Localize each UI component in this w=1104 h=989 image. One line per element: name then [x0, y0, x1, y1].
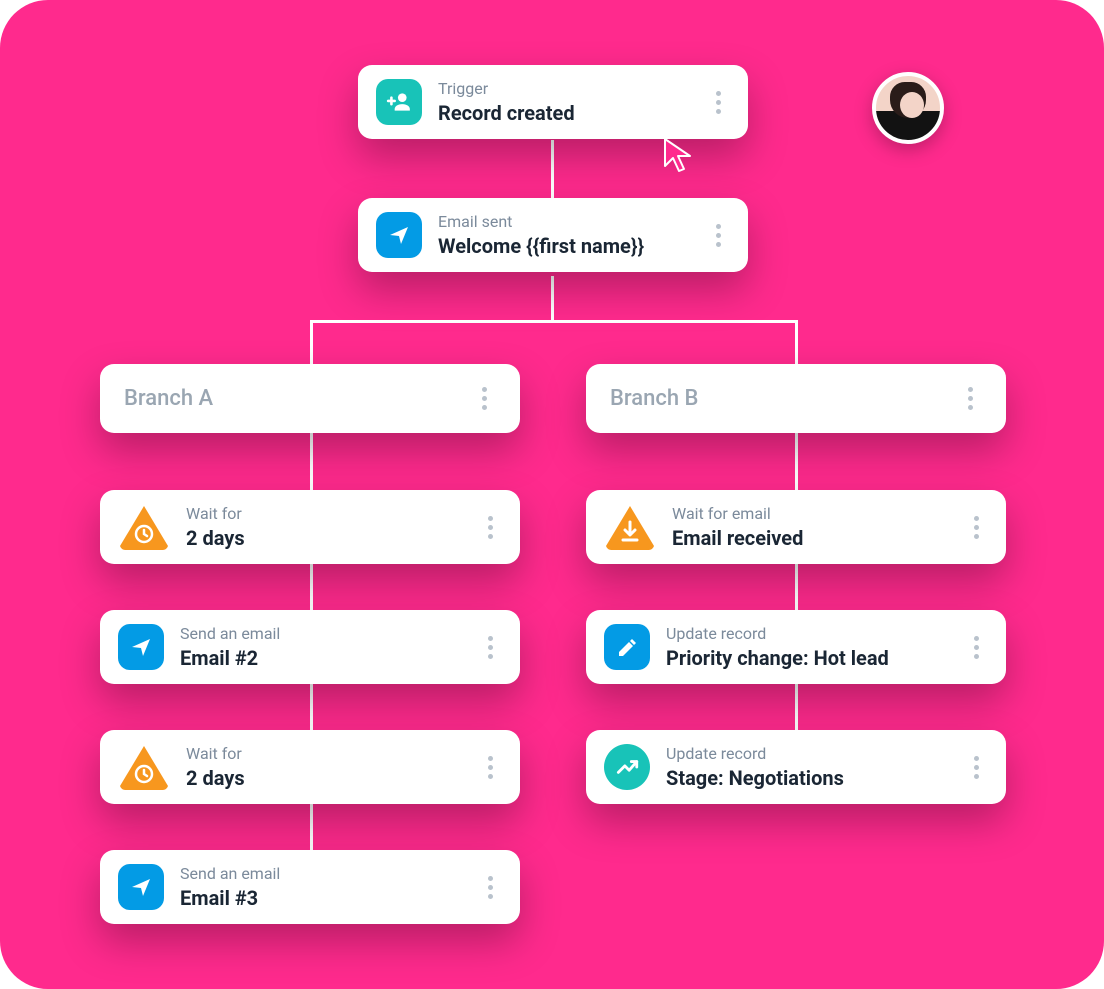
card-labels: Send an email Email #3 — [180, 864, 462, 909]
card-labels: Trigger Record created — [438, 79, 690, 124]
wait-clock-icon — [118, 504, 170, 550]
card-subtitle: Wait for — [186, 744, 462, 763]
card-subtitle: Update record — [666, 744, 948, 763]
branch-b-step[interactable]: Update record Stage: Negotiations — [586, 730, 1006, 804]
card-labels: Wait for 2 days — [186, 504, 462, 549]
card-title: 2 days — [186, 526, 462, 550]
more-icon[interactable] — [964, 636, 988, 659]
connector — [310, 320, 798, 323]
card-subtitle: Update record — [666, 624, 948, 643]
wait-download-icon — [604, 504, 656, 550]
card-subtitle: Send an email — [180, 624, 462, 643]
card-subtitle: Wait for — [186, 504, 462, 523]
more-icon[interactable] — [706, 91, 730, 114]
card-labels: Email sent Welcome {{first name}} — [438, 212, 690, 257]
more-icon[interactable] — [478, 756, 502, 779]
more-icon[interactable] — [706, 224, 730, 247]
branch-a-step[interactable]: Send an email Email #3 — [100, 850, 520, 924]
connector — [551, 140, 554, 200]
branch-b-step[interactable]: Update record Priority change: Hot lead — [586, 610, 1006, 684]
branch-a-header[interactable]: Branch A — [100, 364, 520, 433]
card-subtitle: Send an email — [180, 864, 462, 883]
trigger-card[interactable]: Trigger Record created — [358, 65, 748, 139]
connector — [310, 320, 313, 366]
card-labels: Update record Stage: Negotiations — [666, 744, 948, 789]
send-icon — [118, 864, 164, 910]
more-icon[interactable] — [472, 387, 496, 410]
wait-clock-icon — [118, 744, 170, 790]
card-title: Email #2 — [180, 646, 462, 670]
card-title: Stage: Negotiations — [666, 766, 948, 790]
trend-icon — [604, 744, 650, 790]
more-icon[interactable] — [964, 516, 988, 539]
send-icon — [118, 624, 164, 670]
card-title: 2 days — [186, 766, 462, 790]
workflow-canvas: Trigger Record created Email sent Welcom… — [0, 0, 1104, 989]
card-labels: Send an email Email #2 — [180, 624, 462, 669]
card-labels: Update record Priority change: Hot lead — [666, 624, 948, 669]
card-subtitle: Trigger — [438, 79, 690, 98]
card-title: Priority change: Hot lead — [666, 646, 948, 670]
pencil-icon — [604, 624, 650, 670]
more-icon[interactable] — [478, 516, 502, 539]
person-add-icon — [376, 79, 422, 125]
avatar — [872, 72, 944, 144]
card-subtitle: Email sent — [438, 212, 690, 231]
branch-a-step[interactable]: Wait for 2 days — [100, 490, 520, 564]
more-icon[interactable] — [478, 876, 502, 899]
card-labels: Wait for email Email received — [672, 504, 948, 549]
connector — [551, 276, 554, 320]
card-title: Record created — [438, 101, 690, 125]
card-title: Welcome {{first name}} — [438, 234, 690, 258]
more-icon[interactable] — [958, 387, 982, 410]
card-subtitle: Wait for email — [672, 504, 948, 523]
send-icon — [376, 212, 422, 258]
branch-a-step[interactable]: Wait for 2 days — [100, 730, 520, 804]
branch-label: Branch B — [610, 386, 942, 411]
connector — [795, 320, 798, 366]
more-icon[interactable] — [964, 756, 988, 779]
branch-b-header[interactable]: Branch B — [586, 364, 1006, 433]
branch-a-step[interactable]: Send an email Email #2 — [100, 610, 520, 684]
branch-label: Branch A — [124, 386, 456, 411]
card-title: Email #3 — [180, 886, 462, 910]
more-icon[interactable] — [478, 636, 502, 659]
card-labels: Wait for 2 days — [186, 744, 462, 789]
branch-b-step[interactable]: Wait for email Email received — [586, 490, 1006, 564]
card-title: Email received — [672, 526, 948, 550]
email-sent-card[interactable]: Email sent Welcome {{first name}} — [358, 198, 748, 272]
